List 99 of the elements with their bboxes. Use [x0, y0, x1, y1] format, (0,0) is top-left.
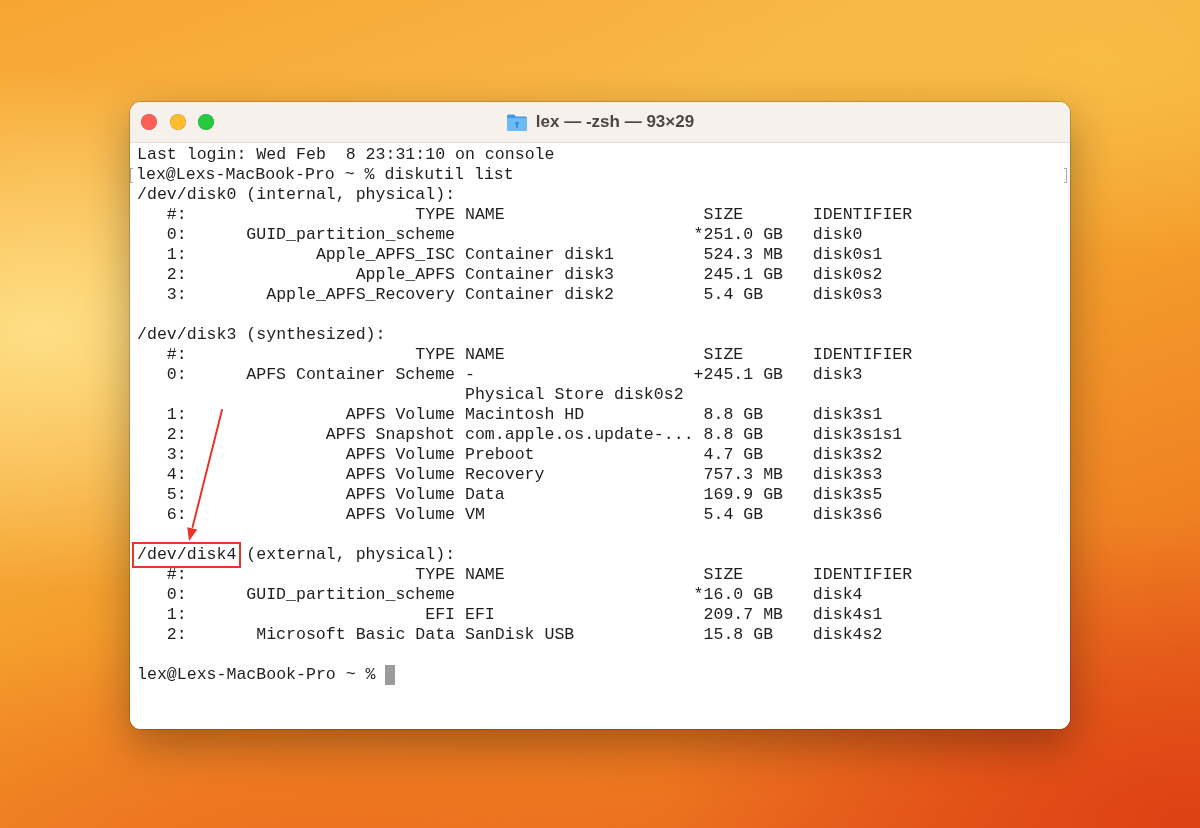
- partition-type: APFS Volume: [345, 445, 456, 465]
- partition-name: Container disk1: [464, 245, 615, 265]
- partition-size: 5.4 GB: [703, 505, 764, 525]
- column-header: #:: [166, 205, 187, 225]
- partition-detail: Physical Store disk0s2: [464, 385, 684, 405]
- partition-size: *16.0 GB: [693, 585, 774, 605]
- column-header: NAME: [464, 205, 505, 225]
- column-header: NAME: [464, 565, 505, 585]
- partition-size: 524.3 MB: [703, 245, 783, 265]
- partition-size: 4.7 GB: [703, 445, 764, 465]
- partition-type: Apple_APFS_ISC: [315, 245, 456, 265]
- shell-prompt: lex@Lexs-MacBook-Pro ~ %: [137, 665, 376, 685]
- partition-type: APFS Container Scheme: [246, 365, 456, 385]
- zoom-button[interactable]: [198, 114, 214, 130]
- partition-name: Macintosh HD: [464, 405, 585, 425]
- partition-identifier: disk0s2: [812, 265, 883, 285]
- partition-number: 0:: [166, 365, 187, 385]
- partition-type: EFI: [425, 605, 456, 625]
- partition-identifier: disk3s6: [812, 505, 883, 525]
- minimize-button[interactable]: [169, 114, 186, 130]
- partition-identifier: disk4s1: [812, 605, 883, 625]
- highlighted-device-path: /dev/disk4: [132, 542, 242, 568]
- partition-type: APFS Volume: [345, 505, 456, 525]
- partition-identifier: disk3s1: [812, 405, 883, 425]
- partition-number: 2:: [166, 265, 187, 285]
- partition-size: 245.1 GB: [703, 265, 783, 285]
- device-description: (external, physical):: [246, 545, 456, 565]
- partition-number: 3:: [166, 445, 187, 465]
- partition-name: Container disk2: [464, 285, 615, 305]
- partition-number: 2:: [166, 425, 187, 445]
- partition-type: Microsoft Basic Data: [256, 625, 456, 645]
- partition-name: EFI: [464, 605, 495, 625]
- partition-identifier: disk4: [812, 585, 863, 605]
- partition-size: 15.8 GB: [703, 625, 774, 645]
- command-text: diskutil list: [384, 165, 514, 185]
- partition-name: SanDisk USB: [464, 625, 575, 645]
- column-header: IDENTIFIER: [812, 205, 913, 225]
- partition-number: 4:: [166, 465, 187, 485]
- partition-identifier: disk3s2: [812, 445, 883, 465]
- partition-name: Preboot: [464, 445, 535, 465]
- partition-number: 2:: [166, 625, 187, 645]
- partition-identifier: disk0: [812, 225, 863, 245]
- login-message: Last login: Wed Feb 8 23:31:10 on console: [137, 145, 555, 165]
- column-header: IDENTIFIER: [812, 345, 913, 365]
- column-header: IDENTIFIER: [812, 565, 913, 585]
- partition-number: 6:: [166, 505, 187, 525]
- partition-number: 3:: [166, 285, 187, 305]
- partition-number: 1:: [166, 245, 187, 265]
- partition-type: Apple_APFS_Recovery: [266, 285, 456, 305]
- partition-name: -: [464, 365, 475, 385]
- partition-type: Apple_APFS: [355, 265, 456, 285]
- column-header: #:: [166, 345, 187, 365]
- folder-icon: [505, 112, 528, 132]
- partition-identifier: disk3: [812, 365, 863, 385]
- partition-size: *251.0 GB: [693, 225, 783, 245]
- partition-type: GUID_partition_scheme: [246, 585, 456, 605]
- partition-number: 5:: [166, 485, 187, 505]
- partition-size: 169.9 GB: [703, 485, 783, 505]
- partition-type: APFS Volume: [345, 465, 456, 485]
- column-header: TYPE: [415, 205, 456, 225]
- partition-type: APFS Volume: [345, 405, 456, 425]
- column-header: NAME: [464, 345, 505, 365]
- partition-name: Data: [464, 485, 505, 505]
- partition-number: 1:: [166, 605, 187, 625]
- partition-identifier: disk3s5: [812, 485, 883, 505]
- partition-size: 8.8 GB: [703, 425, 764, 445]
- partition-number: 0:: [166, 225, 187, 245]
- device-path: /dev/disk3: [137, 325, 237, 345]
- partition-identifier: disk4s2: [812, 625, 883, 645]
- partition-size: 757.3 MB: [703, 465, 783, 485]
- column-header: TYPE: [415, 565, 456, 585]
- partition-name: Container disk3: [464, 265, 615, 285]
- partition-number: 1:: [166, 405, 187, 425]
- device-description: (synthesized):: [246, 325, 386, 345]
- partition-size: 8.8 GB: [703, 405, 764, 425]
- partition-size: +245.1 GB: [693, 365, 783, 385]
- partition-size: 209.7 MB: [703, 605, 783, 625]
- column-header: SIZE: [703, 345, 744, 365]
- device-description: (internal, physical):: [246, 185, 456, 205]
- window-title: lex — -zsh — 93×29: [535, 112, 695, 132]
- partition-type: APFS Volume: [345, 485, 456, 505]
- partition-name: Recovery: [464, 465, 545, 485]
- partition-name: com.apple.os.update-...: [464, 425, 694, 445]
- column-header: TYPE: [415, 345, 456, 365]
- partition-name: VM: [464, 505, 485, 525]
- shell-prompt: lex@Lexs-MacBook-Pro ~ %: [136, 165, 375, 185]
- partition-type: GUID_partition_scheme: [246, 225, 456, 245]
- partition-type: APFS Snapshot: [325, 425, 456, 445]
- partition-identifier: disk0s3: [812, 285, 883, 305]
- column-header: SIZE: [703, 205, 744, 225]
- partition-identifier: disk0s1: [812, 245, 883, 265]
- column-header: SIZE: [703, 565, 744, 585]
- partition-size: 5.4 GB: [703, 285, 764, 305]
- close-button[interactable]: [141, 114, 157, 130]
- device-path: /dev/disk0: [137, 185, 237, 205]
- partition-number: 0:: [166, 585, 187, 605]
- partition-identifier: disk3s3: [812, 465, 883, 485]
- partition-identifier: disk3s1s1: [812, 425, 903, 445]
- column-header: #:: [166, 565, 187, 585]
